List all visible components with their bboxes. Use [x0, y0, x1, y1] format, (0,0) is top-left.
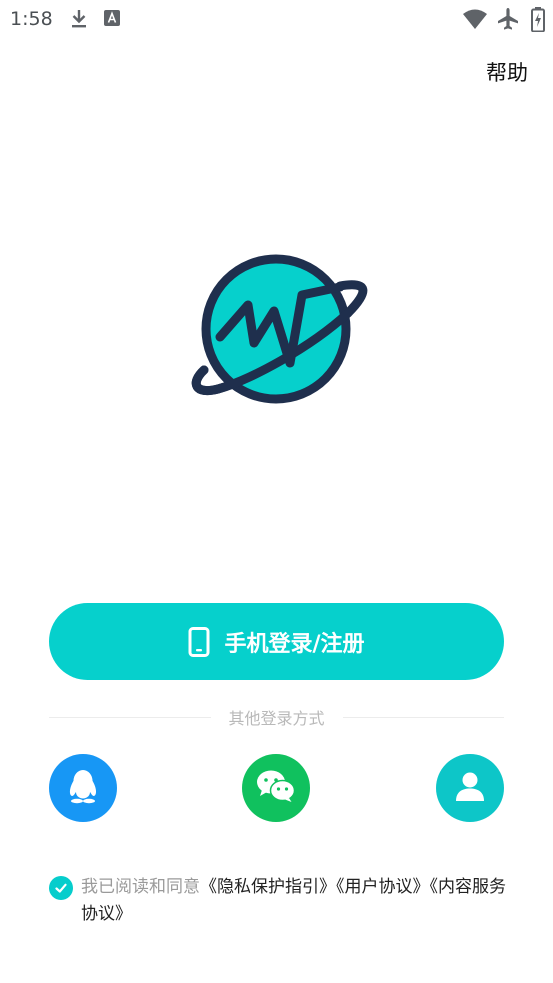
airplane-icon [497, 7, 519, 31]
divider-line-right [342, 716, 505, 718]
guest-login-button[interactable] [436, 754, 504, 822]
app-logo [190, 253, 370, 407]
wechat-icon [256, 769, 296, 807]
phone-login-button[interactable]: 手机登录/注册 [49, 603, 504, 680]
phone-icon [188, 626, 210, 657]
status-time: 1:58 [10, 8, 53, 30]
qq-icon [66, 768, 100, 808]
wechat-login-button[interactable] [242, 754, 310, 822]
a-notification-icon [104, 10, 120, 26]
phone-login-label: 手机登录/注册 [224, 631, 365, 657]
agreement-prefix: 我已阅读和同意 [81, 877, 200, 897]
agreement-checkbox[interactable] [49, 876, 73, 900]
wifi-icon [462, 8, 488, 30]
user-icon [454, 770, 486, 806]
download-icon [70, 9, 88, 29]
other-login-label: 其他登录方式 [228, 709, 325, 728]
help-link[interactable]: 帮助 [486, 57, 528, 87]
agreement-row: 我已阅读和同意《隐私保护指引》《用户协议》《内容服务协议》 [49, 874, 509, 928]
checkmark-icon [55, 883, 67, 893]
other-login-divider: 其他登录方式 [49, 705, 505, 729]
battery-icon [531, 7, 545, 32]
login-screen: 1:58 帮助 手机登录/注册 其他登录方式 我已阅读和同意《隐私保护指引》《用… [0, 0, 553, 983]
divider-line-left [49, 716, 211, 718]
qq-login-button[interactable] [49, 754, 117, 822]
privacy-policy-link[interactable]: 《隐私保护指引》 [200, 877, 336, 897]
status-bar: 1:58 [0, 0, 553, 38]
user-agreement-link[interactable]: 《用户协议》 [336, 877, 430, 897]
agreement-text: 我已阅读和同意《隐私保护指引》《用户协议》《内容服务协议》 [81, 874, 509, 928]
